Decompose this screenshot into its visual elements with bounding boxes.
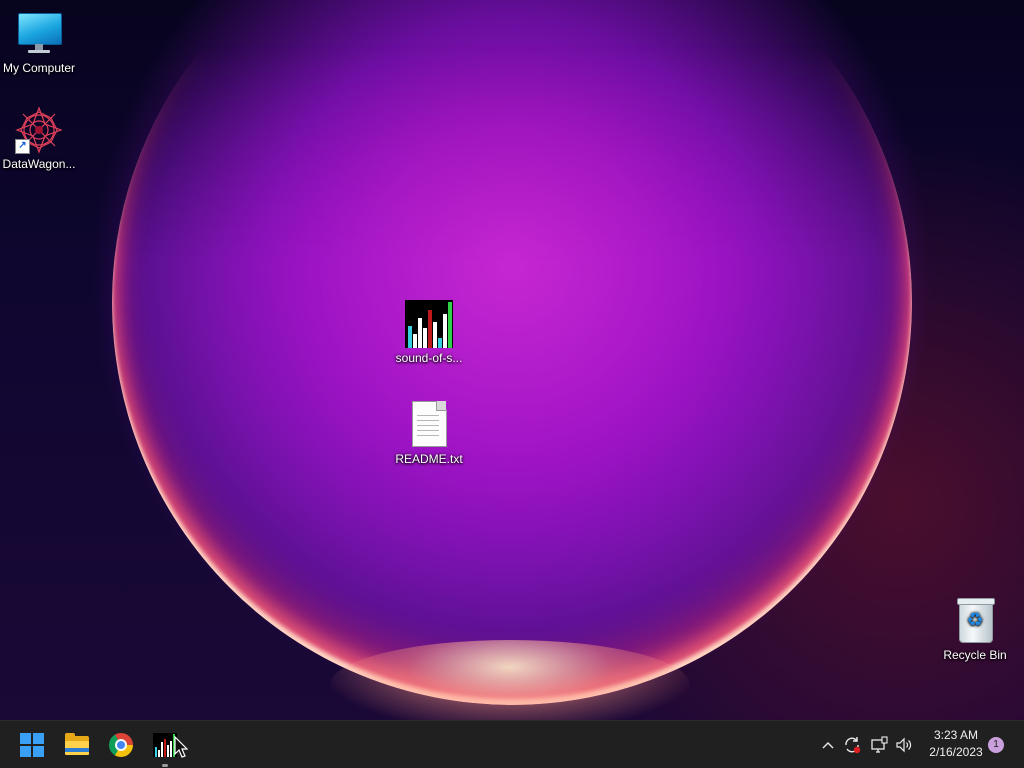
folder-icon [65,733,89,757]
clock-time: 3:23 AM [933,728,979,742]
text-file-icon [405,401,453,449]
desktop-icon-my-computer[interactable]: My Computer [0,10,78,75]
desktop-icon-label: My Computer [2,61,76,75]
desktop-icon-label: sound-of-s... [395,351,463,365]
wallpaper-orb [112,0,912,705]
recycle-bin-icon: ♻ [951,597,999,645]
desktop-icon-datawagon[interactable]: ↗ DataWagon... [0,106,78,171]
shortcut-arrow-icon: ↗ [15,139,30,154]
notification-badge[interactable]: 1 [988,737,1004,753]
running-indicator [162,764,168,767]
monitor-icon [15,10,63,58]
start-button[interactable] [12,721,52,768]
taskbar: 3:23 AM 2/16/2023 1 [0,720,1024,768]
datawagon-icon: ↗ [15,106,63,154]
desktop-icon-label: Recycle Bin [943,648,1007,662]
clock-date: 2/16/2023 [929,745,983,759]
system-clock[interactable]: 3:23 AM 2/16/2023 [920,727,992,761]
chevron-up-icon[interactable] [818,735,838,755]
desktop-icon-readme[interactable]: README.txt [390,401,468,466]
sync-icon[interactable] [842,735,862,755]
desktop-icon-label: DataWagon... [2,157,76,171]
chrome-button[interactable] [101,721,141,768]
file-explorer-button[interactable] [57,721,97,768]
volume-icon[interactable] [894,735,914,755]
desktop-icon-recycle-bin[interactable]: ♻ Recycle Bin [936,597,1014,662]
desktop-background: My Computer ↗ DataWagon... sound-of-s...… [0,0,1024,720]
chrome-icon [109,733,133,757]
wallpaper-glow [330,640,690,720]
windows-logo-icon [20,733,44,757]
desktop-icon-sound-of-sorting[interactable]: sound-of-s... [390,300,468,365]
network-icon[interactable] [869,735,889,755]
sound-of-sorting-icon [405,300,453,348]
desktop-icon-label: README.txt [395,452,463,466]
